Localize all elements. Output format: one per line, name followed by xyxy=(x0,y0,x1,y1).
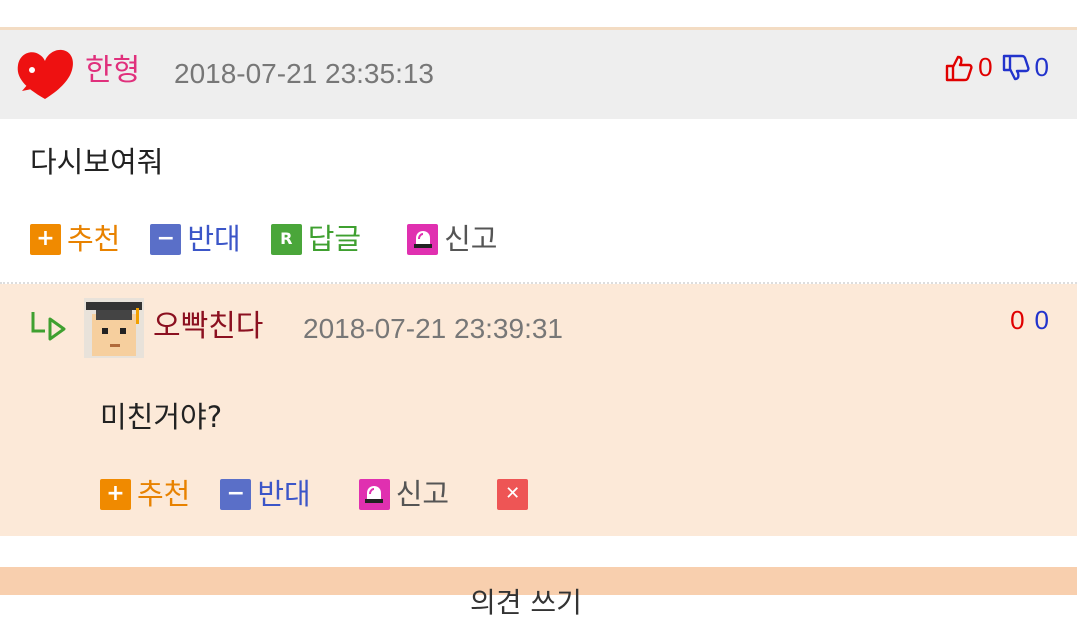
recommend-button[interactable]: + 추천 xyxy=(30,219,120,259)
minus-icon: − xyxy=(150,223,182,255)
comment-actions: + 추천 − 반대 R 답글 신고 xyxy=(30,219,528,259)
reply-icon: R xyxy=(270,223,302,255)
delete-button[interactable]: ✕ xyxy=(497,478,534,510)
recommend-label: 추천 xyxy=(67,222,121,256)
oppose-label: 반대 xyxy=(187,222,241,256)
reply-votes: 0 0 xyxy=(1010,305,1049,336)
comment-votes: 0 0 xyxy=(944,52,1049,83)
reply-upvote-count: 0 xyxy=(1010,305,1025,335)
reply-author[interactable]: 오빡친다 xyxy=(153,307,263,347)
comment-body: 다시보여줘 xyxy=(30,145,164,179)
reply-button[interactable]: R 답글 xyxy=(270,219,362,259)
reply-date: 2018-07-21 23:39:31 xyxy=(303,313,563,344)
comment-author[interactable]: 한형 xyxy=(85,51,140,91)
reply-recommend-button[interactable]: + 추천 xyxy=(100,474,190,514)
reply-actions: + 추천 − 반대 신고 ✕ xyxy=(100,474,564,514)
plus-icon: + xyxy=(30,223,61,255)
graduate-avatar-icon[interactable] xyxy=(84,298,144,358)
minus-icon: − xyxy=(220,478,252,510)
reply-downvote-count: 0 xyxy=(1034,305,1049,335)
reply-label: 답글 xyxy=(307,222,362,256)
report-label: 신고 xyxy=(444,222,498,256)
recommend-label: 추천 xyxy=(137,477,191,511)
thumbs-up-icon[interactable] xyxy=(944,53,974,83)
oppose-label: 반대 xyxy=(257,477,311,511)
thumbs-down-icon[interactable] xyxy=(1001,53,1031,83)
plus-icon: + xyxy=(100,478,131,510)
downvote-count: 0 xyxy=(1034,52,1049,82)
close-icon: ✕ xyxy=(497,478,529,510)
reply-arrow-icon xyxy=(31,312,66,341)
report-label: 신고 xyxy=(395,477,450,511)
oppose-button[interactable]: − 반대 xyxy=(150,219,241,259)
comment-header xyxy=(0,30,1077,119)
comment-date: 2018-07-21 23:35:13 xyxy=(174,58,434,89)
upvote-count: 0 xyxy=(978,52,993,82)
write-comment-label: 의견 쓰기 xyxy=(470,586,582,619)
siren-icon xyxy=(407,223,439,255)
heart-icon xyxy=(17,49,73,99)
reply-report-button[interactable]: 신고 xyxy=(358,474,450,514)
siren-icon xyxy=(358,478,390,510)
reply-body: 미친거야? xyxy=(100,400,223,434)
report-button[interactable]: 신고 xyxy=(407,219,498,259)
reply-oppose-button[interactable]: − 반대 xyxy=(220,474,311,514)
